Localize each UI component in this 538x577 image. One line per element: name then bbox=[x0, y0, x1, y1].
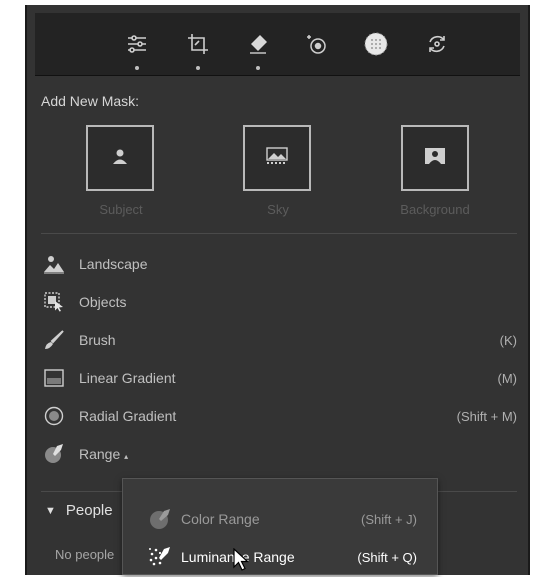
people-section-header[interactable]: ▼ People bbox=[45, 502, 113, 519]
brush-label: Brush bbox=[79, 332, 116, 348]
landscape-mask-item[interactable]: Landscape bbox=[41, 250, 517, 278]
linear-gradient-label: Linear Gradient bbox=[79, 370, 176, 386]
tool-modified-dot bbox=[256, 66, 260, 70]
radial-gradient-icon bbox=[41, 403, 67, 429]
people-title: People bbox=[65, 502, 113, 519]
people-empty-text: No people bbox=[55, 547, 115, 562]
eraser-icon bbox=[246, 32, 270, 56]
submenu-caret-icon: ▴ bbox=[124, 452, 129, 461]
presets-icon bbox=[425, 32, 449, 56]
color-range-icon bbox=[147, 506, 173, 532]
objects-mask-item[interactable]: Objects bbox=[41, 288, 517, 316]
range-submenu: Color Range (Shift + J) Luminance Range … bbox=[122, 478, 438, 575]
collapse-triangle-icon: ▼ bbox=[45, 504, 56, 517]
sky-icon bbox=[266, 146, 288, 170]
subject-icon bbox=[111, 147, 129, 170]
tool-modified-dot bbox=[135, 66, 139, 70]
range-label: Range ▴ bbox=[79, 446, 129, 462]
tool-modified-dot bbox=[196, 66, 200, 70]
add-new-mask-title: Add New Mask: bbox=[41, 93, 140, 109]
linear-gradient-shortcut: (M) bbox=[497, 370, 518, 386]
color-range-shortcut: (Shift + J) bbox=[361, 511, 417, 527]
radial-gradient-mask-item[interactable]: Radial Gradient (Shift + M) bbox=[41, 402, 517, 430]
brush-mask-item[interactable]: Brush (K) bbox=[41, 326, 517, 354]
mouse-pointer-icon bbox=[233, 547, 250, 577]
range-mask-item[interactable]: Range ▴ bbox=[41, 440, 517, 468]
radial-gradient-label: Radial Gradient bbox=[79, 408, 177, 424]
color-range-menu-item[interactable]: Color Range (Shift + J) bbox=[147, 505, 417, 533]
edit-toolbar bbox=[35, 13, 520, 76]
objects-label: Objects bbox=[79, 294, 127, 310]
presets-tool-button[interactable] bbox=[422, 29, 452, 59]
sliders-icon bbox=[125, 32, 149, 56]
objects-icon bbox=[41, 289, 67, 315]
healing-tool-button[interactable] bbox=[243, 29, 273, 70]
crop-tool-button[interactable] bbox=[183, 29, 213, 70]
red-eye-icon bbox=[305, 32, 329, 56]
masking-tool-button[interactable] bbox=[361, 29, 391, 59]
sliders-tool-button[interactable] bbox=[122, 29, 152, 70]
color-range-label: Color Range bbox=[181, 511, 260, 527]
landscape-icon bbox=[41, 251, 67, 277]
luminance-range-icon bbox=[147, 544, 173, 570]
masking-panel: Add New Mask: Subject Sky Background Lan… bbox=[25, 5, 530, 575]
masking-icon bbox=[363, 31, 389, 57]
luminance-range-menu-item[interactable]: Luminance Range (Shift + Q) bbox=[147, 543, 417, 571]
red-eye-tool-button[interactable] bbox=[302, 29, 332, 59]
crop-icon bbox=[186, 32, 210, 56]
radial-gradient-shortcut: (Shift + M) bbox=[456, 408, 517, 424]
linear-gradient-icon bbox=[41, 365, 67, 391]
range-icon bbox=[41, 441, 67, 467]
background-mask-button[interactable] bbox=[401, 125, 469, 191]
brush-shortcut: (K) bbox=[499, 332, 517, 348]
background-mask-label: Background bbox=[400, 202, 470, 217]
luminance-range-shortcut: (Shift + Q) bbox=[357, 549, 417, 565]
background-icon bbox=[424, 147, 446, 170]
sky-mask-label: Sky bbox=[267, 202, 289, 217]
landscape-label: Landscape bbox=[79, 256, 148, 272]
section-divider bbox=[41, 233, 517, 234]
luminance-range-label: Luminance Range bbox=[181, 549, 295, 565]
linear-gradient-mask-item[interactable]: Linear Gradient (M) bbox=[41, 364, 517, 392]
brush-icon bbox=[41, 327, 67, 353]
subject-mask-button[interactable] bbox=[86, 125, 154, 191]
sky-mask-button[interactable] bbox=[243, 125, 311, 191]
subject-mask-label: Subject bbox=[99, 202, 143, 217]
